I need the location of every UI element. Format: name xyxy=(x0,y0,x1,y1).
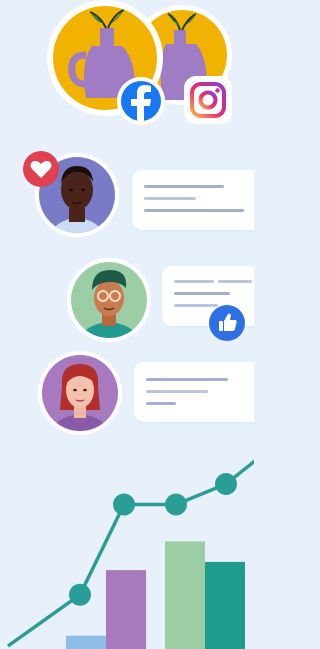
comment-line xyxy=(174,292,230,295)
facebook-icon xyxy=(117,77,165,125)
social-media-illustration xyxy=(0,0,254,649)
chart-bar xyxy=(66,635,106,649)
comment-line xyxy=(174,280,214,283)
like-reaction-badge xyxy=(23,151,59,187)
comment-bubble-1 xyxy=(132,170,254,230)
comment-line xyxy=(144,209,244,212)
comment-line xyxy=(144,197,196,200)
comment-line xyxy=(146,390,208,393)
chart-point xyxy=(215,473,237,495)
chart-bar xyxy=(165,541,205,649)
avatar-user-2 xyxy=(67,258,151,342)
avatar-user-3 xyxy=(38,351,122,435)
chart-bar xyxy=(106,570,146,649)
growth-chart xyxy=(6,459,254,649)
comment-line xyxy=(218,280,252,283)
thumbs-up-icon xyxy=(219,313,237,331)
chart-bar xyxy=(205,561,245,649)
heart-icon xyxy=(30,160,52,178)
comment-bubble-3 xyxy=(134,362,254,422)
comment-line xyxy=(146,402,176,405)
comment-line xyxy=(144,185,224,188)
product-images-group xyxy=(47,0,232,125)
chart-point xyxy=(113,493,135,516)
thumbs-up-reaction-badge xyxy=(209,305,245,341)
chart-point xyxy=(69,583,91,606)
chart-point xyxy=(165,493,187,516)
comment-line xyxy=(146,378,228,381)
instagram-icon xyxy=(184,76,232,124)
